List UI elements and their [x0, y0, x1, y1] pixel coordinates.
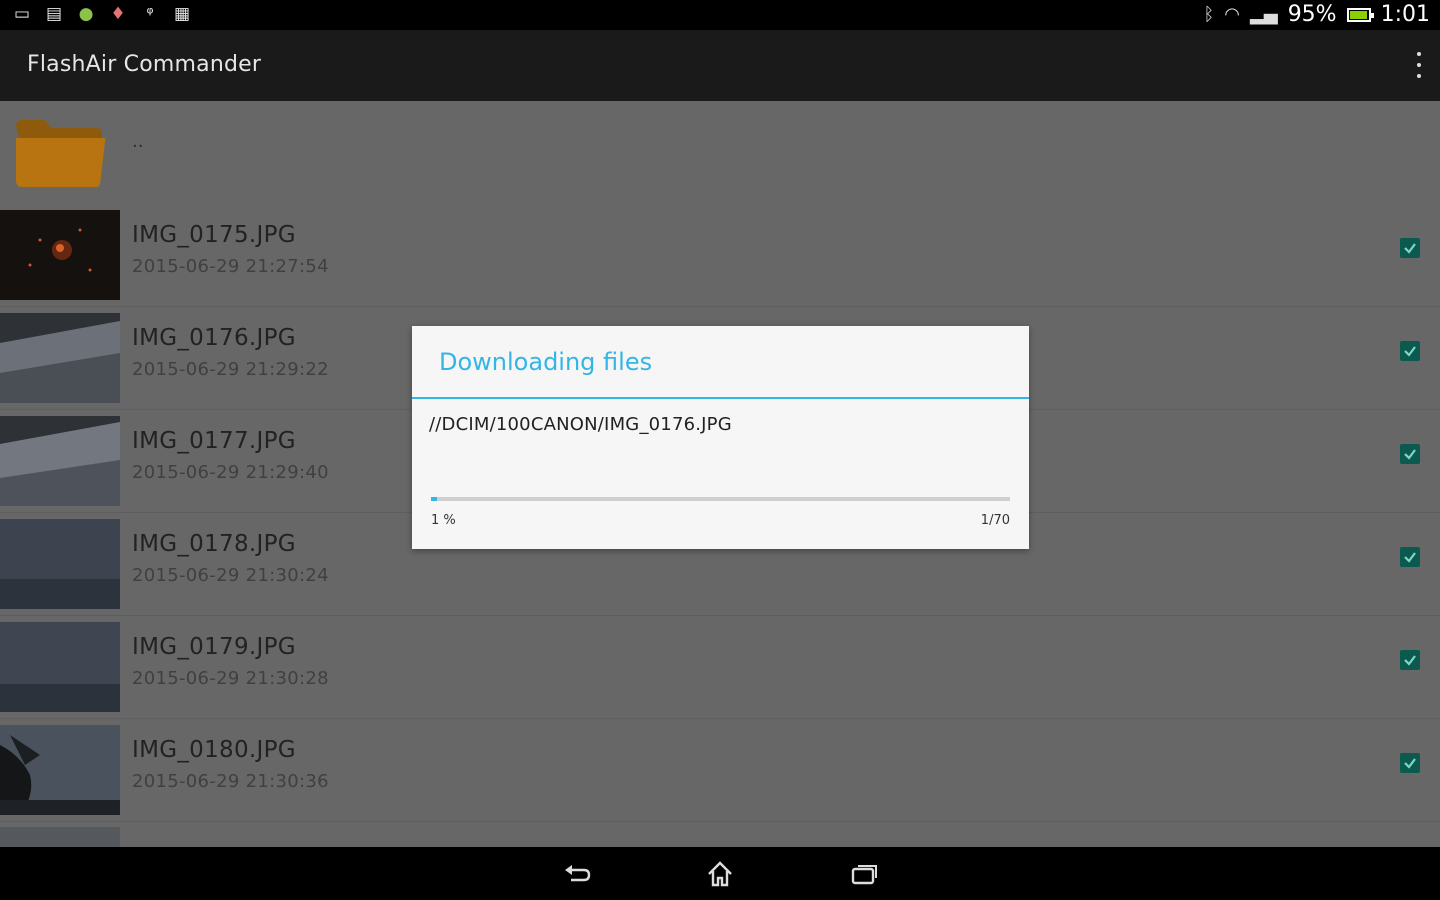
- screenshot-icon: ▭: [13, 4, 31, 24]
- file-name: IMG_0177.JPG: [132, 428, 296, 454]
- thumbnail-image: [0, 725, 120, 815]
- list-item[interactable]: IMG_0179.JPG 2015-06-29 21:30:28: [0, 616, 1440, 719]
- folder-icon: [16, 120, 106, 187]
- parent-directory-label: ..: [132, 131, 144, 152]
- file-date: 2015-06-29 21:30:36: [132, 771, 329, 792]
- progress-fill: [431, 497, 437, 501]
- system-icons: ᛒ ◠ ▂▄ 95% 1:01: [1203, 2, 1430, 27]
- thumbnail-image: [0, 416, 120, 506]
- clock: 1:01: [1380, 2, 1430, 27]
- file-name: IMG_0179.JPG: [132, 634, 296, 660]
- file-date: 2015-06-29 21:27:54: [132, 256, 329, 277]
- back-button[interactable]: [561, 859, 593, 889]
- file-checkbox[interactable]: [1400, 547, 1420, 567]
- battery-icon: [1346, 7, 1374, 22]
- check-icon: [1404, 655, 1416, 666]
- thumbnail-image: [0, 519, 120, 609]
- check-icon: [1404, 758, 1416, 769]
- status-bar: ▭ ▤ ● ♦ ᵠ ▦ ᛒ ◠ ▂▄ 95% 1:01: [0, 0, 1440, 30]
- navigation-bar: [0, 847, 1440, 900]
- download-progress-dialog: Downloading files //DCIM/100CANON/IMG_01…: [412, 326, 1029, 549]
- store-icon: ▤: [45, 4, 63, 24]
- file-date: 2015-06-29 21:29:22: [132, 359, 329, 380]
- android-icon: ●: [78, 4, 94, 24]
- wifi-icon: ◠: [1224, 4, 1240, 25]
- app-title: FlashAir Commander: [27, 52, 262, 77]
- file-checkbox[interactable]: [1400, 444, 1420, 464]
- file-checkbox[interactable]: [1400, 753, 1420, 773]
- battery-percent: 95%: [1287, 2, 1337, 27]
- thumbnail-image: [0, 313, 120, 403]
- file-name: IMG_0180.JPG: [132, 737, 296, 763]
- back-icon: [565, 865, 591, 882]
- gallery-icon: ▦: [173, 4, 191, 24]
- recent-apps-icon: [851, 865, 877, 885]
- file-checkbox[interactable]: [1400, 650, 1420, 670]
- file-checkbox[interactable]: [1400, 341, 1420, 361]
- recent-apps-button[interactable]: [848, 859, 880, 889]
- progress-count: 1/70: [980, 513, 1010, 528]
- thumbnail-image: [0, 827, 120, 847]
- home-icon: [708, 861, 732, 887]
- check-icon: [1404, 449, 1416, 460]
- notification-icons: ▭ ▤ ● ♦ ᵠ ▦: [12, 4, 192, 24]
- bluetooth-icon: ᛒ: [1203, 4, 1215, 25]
- current-file-path: //DCIM/100CANON/IMG_0176.JPG: [429, 414, 732, 435]
- file-name: IMG_0176.JPG: [132, 325, 296, 351]
- file-name: IMG_0175.JPG: [132, 222, 296, 248]
- location-icon: ♦: [110, 4, 126, 24]
- thumbnail-image: [0, 622, 120, 712]
- list-item[interactable]: IMG_0180.JPG 2015-06-29 21:30:36: [0, 719, 1440, 822]
- check-icon: [1404, 243, 1416, 254]
- list-item[interactable]: IMG_0175.JPG 2015-06-29 21:27:54: [0, 204, 1440, 307]
- dialog-divider: [412, 397, 1029, 399]
- signal-icon: ▂▄: [1250, 4, 1278, 25]
- file-date: 2015-06-29 21:30:24: [132, 565, 329, 586]
- home-button[interactable]: [704, 859, 736, 889]
- check-icon: [1404, 552, 1416, 563]
- dialog-title: Downloading files: [439, 348, 653, 376]
- progress-percent: 1 %: [431, 513, 456, 528]
- usb-icon: ᵠ: [146, 4, 154, 24]
- thumbnail-image: [0, 210, 120, 300]
- action-bar: FlashAir Commander: [0, 30, 1440, 101]
- file-date: 2015-06-29 21:30:28: [132, 668, 329, 689]
- parent-directory-row[interactable]: ..: [0, 101, 1440, 204]
- overflow-menu-icon[interactable]: [1412, 52, 1426, 78]
- file-checkbox[interactable]: [1400, 238, 1420, 258]
- file-name: IMG_0178.JPG: [132, 531, 296, 557]
- check-icon: [1404, 346, 1416, 357]
- progress-bar: [431, 497, 1010, 501]
- file-date: 2015-06-29 21:29:40: [132, 462, 329, 483]
